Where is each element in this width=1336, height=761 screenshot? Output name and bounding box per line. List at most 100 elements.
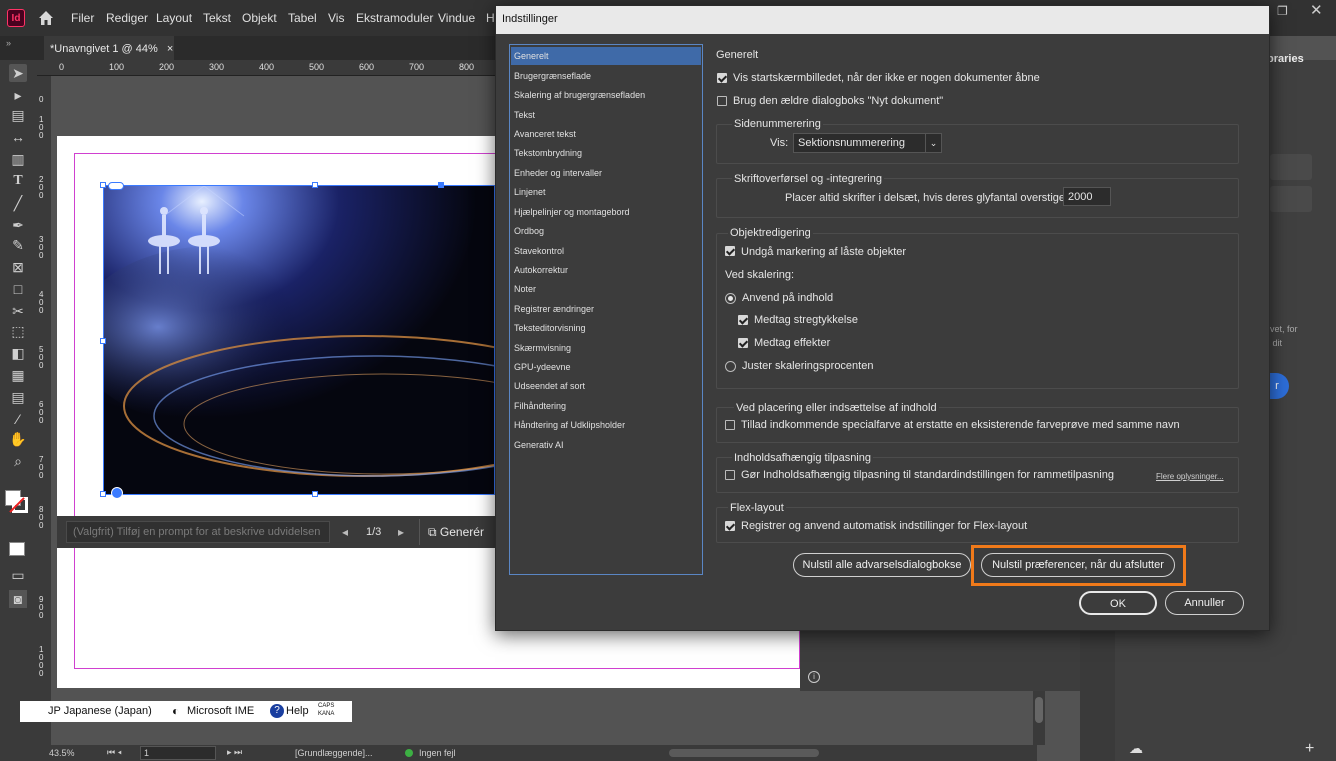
menu-hjaelp[interactable]: H [486,11,495,25]
preflight-errors[interactable]: Ingen fejl [419,748,456,758]
eyedropper-tool-icon[interactable]: ⁄ [9,410,27,428]
direct-selection-tool-icon[interactable]: ▸ [9,86,27,104]
content-grabber-icon[interactable] [111,487,123,499]
zoom-tool-icon[interactable]: ⌕ [9,452,27,470]
category-item[interactable]: Autokorrektur [514,261,700,279]
page-tool-icon[interactable]: ▤ [9,106,27,124]
category-item[interactable]: Registrer ændringer [514,300,700,318]
reset-warnings-button[interactable]: Nulstil alle advarselsdialogbokse [793,553,971,577]
menu-layout[interactable]: Layout [156,11,192,25]
category-item[interactable]: Linjenet [514,183,700,201]
glyph-count-input[interactable]: 2000 [1063,187,1111,206]
category-item[interactable]: Hjælpelinjer og montagebord [514,203,700,221]
rectangle-frame-tool-icon[interactable]: ⊠ [9,258,27,276]
category-item[interactable]: Udseendet af sort [514,377,700,395]
apply-none-icon[interactable] [9,542,25,556]
category-item[interactable]: Stavekontrol [514,242,700,260]
allow-spot-checkbox[interactable] [725,420,735,430]
category-item[interactable]: Brugergrænseflade [514,67,700,85]
selection-tool-icon[interactable]: ➤ [9,64,27,82]
image-frame[interactable] [103,185,495,495]
frame-handle[interactable] [312,182,318,188]
include-effects-checkbox[interactable] [738,338,748,348]
frame-handle[interactable] [100,338,106,344]
menu-vis[interactable]: Vis [328,11,344,25]
show-start-checkbox[interactable] [717,73,727,83]
menu-rediger[interactable]: Rediger [106,11,148,25]
link-icon[interactable] [108,182,124,190]
category-item[interactable]: Skalering af brugergrænsefladen [514,86,700,104]
prompt-input[interactable]: (Valgfrit) Tilføj en prompt for at beskr… [66,521,330,543]
category-item[interactable]: Filhåndtering [514,397,700,415]
preflight-profile[interactable]: [Grundlæggende]... [295,748,373,758]
menu-tabel[interactable]: Tabel [288,11,317,25]
close-window-icon[interactable]: ✕ [1310,1,1323,19]
category-generelt[interactable]: Generelt [511,47,701,65]
cloud-icon[interactable]: ☁ [1129,740,1143,757]
cancel-button[interactable]: Annuller [1165,591,1244,615]
adjust-percent-radio[interactable] [725,361,736,372]
ime-help[interactable]: Help [286,705,309,717]
category-item[interactable]: GPU-ydeevne [514,358,700,376]
add-icon[interactable]: + [1305,740,1314,758]
category-item[interactable]: Ordbog [514,222,700,240]
rectangle-tool-icon[interactable]: □ [9,280,27,298]
scrollbar-thumb[interactable] [1035,697,1043,723]
pen-tool-icon[interactable]: ✒ [9,216,27,234]
pencil-tool-icon[interactable]: ✎ [9,236,27,254]
collapse-panels-icon[interactable]: » [6,38,11,48]
ime-language[interactable]: JP Japanese (Japan) [48,705,152,717]
vertical-scrollbar[interactable] [1033,691,1045,745]
page-numbering-select[interactable]: Sektionsnummerering ⌄ [793,133,942,153]
previous-page-icon[interactable]: ⏮ ◂ [107,747,122,758]
reset-preferences-button[interactable]: Nulstil præferencer, når du afslutter [981,553,1175,577]
category-item[interactable]: Tekstombrydning [514,144,700,162]
category-item[interactable]: Noter [514,280,700,298]
menu-objekt[interactable]: Objekt [242,11,277,25]
fill-stroke-swatch[interactable] [5,490,29,514]
menu-filer[interactable]: Filer [71,11,94,25]
zoom-level[interactable]: 43.5% [49,748,75,758]
library-item[interactable] [1270,154,1312,180]
include-stroke-checkbox[interactable] [738,315,748,325]
category-item[interactable]: Teksteditorvisning [514,319,700,337]
menu-tekst[interactable]: Tekst [203,11,231,25]
gradient-feather-icon[interactable]: ▦ [9,366,27,384]
flex-layout-checkbox[interactable] [725,521,735,531]
frame-handle[interactable] [100,182,106,188]
free-transform-tool-icon[interactable]: ⬚ [9,322,27,340]
legacy-new-doc-checkbox[interactable] [717,96,727,106]
preview-mode-icon[interactable]: ◙ [9,590,27,608]
more-info-link[interactable]: Flere oplysninger... [1156,472,1224,481]
screen-mode-icon[interactable]: ▭ [9,566,27,584]
category-item[interactable]: Avanceret tekst [514,125,700,143]
category-item[interactable]: Tekst [514,106,700,124]
ime-name[interactable]: Microsoft IME [187,705,254,717]
previous-variation-icon[interactable]: ◂ [342,525,348,539]
library-item[interactable] [1270,186,1312,212]
category-item[interactable]: Generativ AI [514,436,700,454]
next-variation-icon[interactable]: ▸ [398,525,404,539]
frame-handle[interactable] [312,491,318,497]
category-item[interactable]: Enheder og intervaller [514,164,700,182]
ok-button[interactable]: OK [1079,591,1157,615]
next-page-icon[interactable]: ▸ ⏭ [227,747,242,758]
content-collector-icon[interactable]: ▥ [9,150,27,168]
menu-vindue[interactable]: Vindue [438,11,475,25]
category-item[interactable]: Håndtering af Udklipsholder [514,416,700,434]
generate-button[interactable]: ⧉ Generér [419,519,495,545]
hand-tool-icon[interactable]: ✋ [9,430,27,448]
apply-to-content-radio[interactable] [725,293,736,304]
scissors-tool-icon[interactable]: ✂ [9,302,27,320]
frame-handle[interactable] [100,491,106,497]
horizontal-scrollbar[interactable] [669,749,819,757]
avoid-locked-checkbox[interactable] [725,246,735,256]
help-icon[interactable]: ? [270,704,284,718]
type-tool-icon[interactable]: T [9,172,27,190]
line-tool-icon[interactable]: ╱ [9,194,27,212]
info-icon[interactable]: i [808,671,820,683]
tab-close-icon[interactable]: × [167,43,173,55]
libraries-tab-label[interactable]: braries [1267,53,1304,65]
menu-ekstramoduler[interactable]: Ekstramoduler [356,11,433,25]
gap-tool-icon[interactable]: ↔ [9,128,27,146]
